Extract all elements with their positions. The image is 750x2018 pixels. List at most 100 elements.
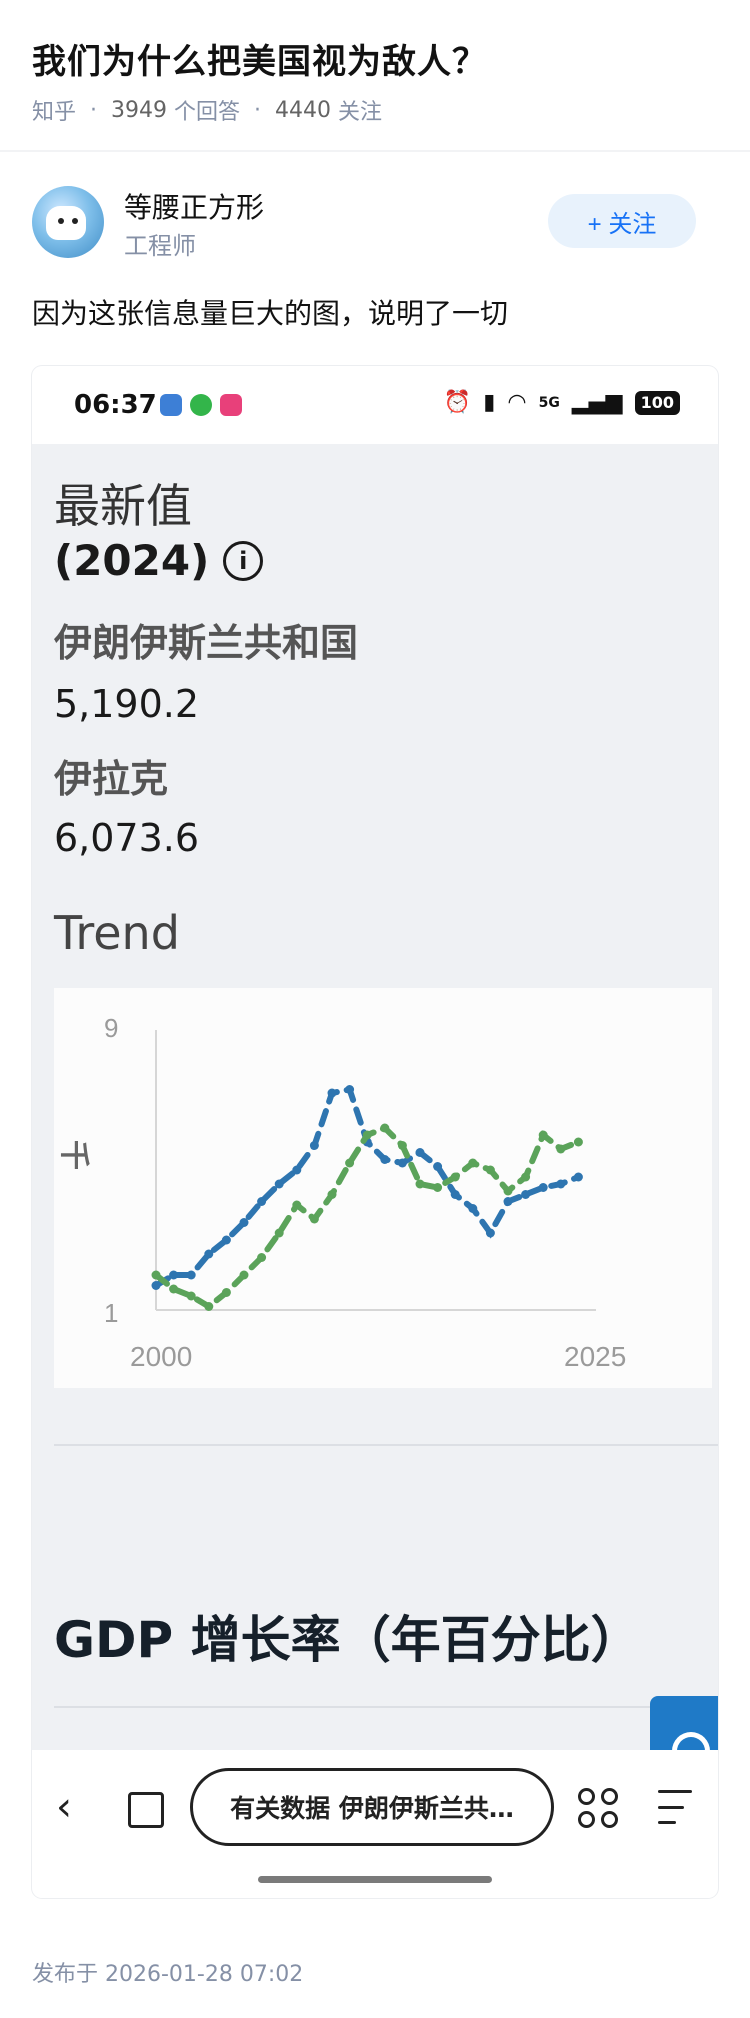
source-label[interactable]: 知乎 — [32, 94, 76, 126]
series-0-point — [556, 1179, 566, 1189]
back-arrow-icon[interactable]: ‹ — [56, 1784, 72, 1830]
series-0-point — [292, 1165, 302, 1175]
grid-dot — [601, 1811, 618, 1828]
question-title[interactable]: 我们为什么把美国视为敌人？ — [32, 34, 487, 83]
avatar-eye-icon — [72, 218, 78, 224]
series-1-point — [345, 1158, 355, 1168]
series-0-point — [327, 1088, 337, 1098]
answers-label[interactable]: 个回答 — [174, 94, 240, 126]
grid-dot — [578, 1788, 595, 1805]
series-1-point — [503, 1186, 513, 1196]
series-1-point — [292, 1200, 302, 1210]
series-1-point — [204, 1302, 214, 1311]
y-tick-label: 1 — [104, 1298, 118, 1328]
browser-bottom-bar: ‹ 有关数据 伊朗伊斯兰共… — [32, 1750, 718, 1898]
author-bio: 工程师 — [124, 232, 196, 260]
series-0-point — [257, 1197, 267, 1206]
embedded-screenshot[interactable]: 06:37 ⏰ ▮ ◠ 5G ▂▄▆ 100 最新值 (2024) i 伊朗伊斯… — [32, 366, 718, 1898]
series-0-point — [151, 1281, 161, 1290]
series-0-point — [204, 1249, 214, 1259]
series-0-point — [309, 1141, 319, 1150]
meta-separator: · — [254, 97, 262, 123]
country-iraq-value: 6,073.6 — [54, 816, 200, 860]
series-1-point — [257, 1253, 267, 1262]
series-0-point — [221, 1235, 231, 1245]
vibrate-icon: ▮ — [483, 390, 496, 415]
trend-chart[interactable]: 9 1 千 2000 2025 — [54, 988, 712, 1388]
series-1-point — [397, 1141, 407, 1150]
x-tick-label: 2000 — [130, 1341, 192, 1372]
menu-icon[interactable] — [658, 1790, 692, 1824]
series-0-point — [169, 1270, 179, 1280]
series-0-point — [503, 1197, 513, 1206]
series-1-point — [327, 1190, 337, 1199]
author-name[interactable]: 等腰正方形 — [124, 186, 264, 226]
series-1-point — [169, 1284, 179, 1294]
series-1-point — [309, 1214, 319, 1224]
latest-value-heading: 最新值 — [54, 479, 192, 533]
series-1-point — [221, 1288, 231, 1297]
home-indicator[interactable] — [258, 1876, 492, 1883]
series-0-point — [573, 1172, 583, 1182]
series-1-point — [521, 1172, 531, 1182]
series-1-point — [186, 1291, 196, 1301]
status-icons: ⏰ ▮ ◠ 5G ▂▄▆ 100 — [444, 390, 680, 415]
wifi-icon: ◠ — [507, 390, 527, 415]
follow-button[interactable]: + 关注 — [548, 194, 696, 248]
series-0-point — [186, 1270, 196, 1280]
series-0-point — [468, 1204, 478, 1213]
status-time: 06:37 — [74, 390, 157, 420]
answer-text: 因为这张信息量巨大的图，说明了一切 — [32, 297, 509, 330]
series-1-point — [450, 1172, 460, 1182]
series-0-point — [450, 1190, 460, 1199]
series-0-point — [415, 1148, 425, 1157]
app-notification-icon — [160, 394, 182, 416]
tabs-icon[interactable] — [128, 1792, 164, 1828]
menu-line — [658, 1790, 692, 1793]
trend-chart-svg: 9 1 千 2000 2025 — [56, 1013, 626, 1372]
answers-count: 3949 — [111, 97, 168, 123]
country-iraq-label: 伊拉克 — [54, 757, 169, 801]
menu-line — [658, 1821, 676, 1824]
grid-dot — [578, 1811, 595, 1828]
x-tick-label: 2025 — [564, 1341, 626, 1372]
grid-dot — [601, 1788, 618, 1805]
series-1-point — [485, 1165, 495, 1175]
info-icon[interactable]: i — [223, 540, 264, 581]
latest-year-text: (2024) — [54, 536, 210, 585]
series-0-point — [538, 1183, 548, 1192]
series-1-point — [468, 1158, 478, 1168]
section-divider — [54, 1706, 680, 1708]
series-0-point — [397, 1158, 407, 1168]
app-notification-icon — [190, 394, 212, 416]
search-pill[interactable]: 有关数据 伊朗伊斯兰共… — [190, 1768, 554, 1846]
series-1-point — [415, 1179, 425, 1189]
series-1-point — [380, 1123, 390, 1133]
gdp-growth-heading: GDP 增长率（年百分比） — [54, 1611, 641, 1669]
avatar-eye-icon — [58, 218, 64, 224]
alarm-icon: ⏰ — [443, 390, 472, 415]
avatar[interactable] — [32, 186, 104, 258]
series-0-point — [345, 1085, 355, 1094]
question-meta: 知乎 · 3949 个回答 · 4440 关注 — [32, 94, 382, 126]
signal-bars-icon: ▂▄▆ — [571, 390, 623, 415]
series-0-point — [274, 1179, 284, 1189]
series-1-point — [556, 1144, 566, 1154]
battery-icon: 100 — [634, 390, 680, 415]
series-line-1 — [153, 1124, 582, 1311]
series-0-point — [239, 1218, 249, 1227]
y-tick-label: 9 — [104, 1013, 118, 1043]
apps-grid-icon[interactable] — [578, 1788, 618, 1828]
series-0-point — [521, 1190, 531, 1199]
chart-series-group — [151, 1085, 583, 1311]
signal-icon: 5G — [538, 394, 560, 411]
series-1-point — [151, 1270, 161, 1280]
series-0-point — [485, 1228, 495, 1238]
y-axis-label: 千 — [56, 1140, 91, 1170]
app-notification-icon — [220, 394, 242, 416]
series-0-point — [380, 1155, 390, 1164]
country-iran-value: 5,190.2 — [54, 682, 200, 726]
series-1-point — [538, 1130, 548, 1140]
followers-count: 4440 — [275, 97, 332, 123]
trend-heading: Trend — [54, 906, 180, 960]
